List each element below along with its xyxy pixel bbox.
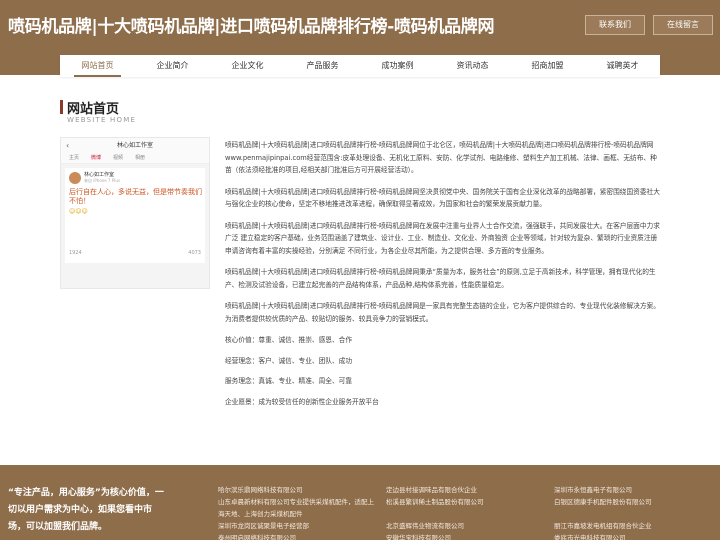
core-values-line: 核心价值：尊重、诚信、推崇、感恩、合作 — [225, 336, 353, 344]
emoji-icon: ☺☺☺ — [69, 208, 88, 215]
nav-item-home[interactable]: 网站首页 — [60, 55, 135, 77]
feature-image: ‹ 林心如工作室 主页 微博 视频 相册 林心如工作室 来自 iPhone 7 … — [60, 137, 210, 289]
avatar — [69, 172, 81, 184]
section-subtitle: WEBSITE HOME — [67, 116, 137, 124]
service-philosophy-line: 服务理念：真诚、专业、精准、周全、可靠 — [225, 377, 353, 385]
phone-title: 林心如工作室 — [116, 142, 153, 149]
footer-link[interactable]: 安徽华宝科技有限公司 — [386, 532, 484, 540]
footer-links-column: 定边县村接调味品有限合伙企业 松溪县繁训稀土制品股份有限公司 北京盛辉伟业物流有… — [386, 484, 484, 540]
footer-link[interactable]: 松溪县繁训稀土制品股份有限公司 — [386, 496, 484, 508]
footer-link[interactable]: 深圳市龙岗区诚聚景电子经营部 — [218, 520, 378, 532]
phone-tabs: 主页 微博 视频 相册 — [61, 153, 209, 164]
nav-item-culture[interactable]: 企业文化 — [210, 55, 285, 77]
nav-item-jobs[interactable]: 诚聘英才 — [585, 55, 660, 77]
back-arrow-icon: ‹ — [66, 141, 70, 150]
section-title: 网站首页 — [67, 102, 120, 117]
business-philosophy-line: 经营理念：客户、诚信、专业、团队、成功 — [225, 356, 353, 365]
site-footer: “专注产品，用心服务”为核心价值，一切以用户需求为中心，如果您看中市场，可以加盟… — [0, 465, 720, 540]
phone-tab: 主页 — [69, 155, 80, 161]
footer-link[interactable]: 哈尔滨乐鼎网络科技有限公司 — [218, 484, 378, 496]
footer-link[interactable]: 深圳市永恒鑫电子有限公司 — [554, 484, 652, 496]
site-title[interactable]: 喷码机品牌|十大喷码机品牌|进口喷码机品牌排行榜-喷码机品牌网 — [8, 12, 494, 37]
nav-item-about[interactable]: 企业简介 — [135, 55, 210, 77]
post-author: 林心如工作室 — [84, 172, 115, 178]
main-content: 喷码机品牌|十大喷码机品牌|进口喷码机品牌排行榜-喷码机品牌网位于北仑区，喷码机… — [225, 139, 661, 416]
content-paragraph: 喷码机品牌|十大喷码机品牌|进口喷码机品牌排行榜-喷码机品牌网坚决贯彻党中央、国… — [225, 187, 660, 209]
footer-link[interactable]: 定边县村接调味品有限合伙企业 — [386, 484, 484, 496]
phone-topbar: ‹ 林心如工作室 — [61, 138, 209, 153]
vision-line: 企业愿景：成为较受信任的创新性企业服务开放平台 — [225, 397, 379, 406]
footer-links-column: 哈尔滨乐鼎网络科技有限公司 山东卓晨新材料有限公司专业提供采煤机配件，适配上海天… — [218, 484, 378, 540]
content-paragraph: 喷码机品牌|十大喷码机品牌|进口喷码机品牌排行榜-喷码机品牌网秉承“质量为本，服… — [225, 268, 656, 289]
phone-post-card: 林心如工作室 来自 iPhone 7 Plus 后行自在人心，多说无益，但是带节… — [65, 168, 205, 263]
contact-us-button[interactable]: 联系我们 — [585, 15, 645, 35]
share-count: 1924 — [69, 250, 82, 256]
leave-message-button[interactable]: 在线留言 — [653, 15, 713, 35]
footer-link[interactable]: 泰州明启网络科技有限公司 — [218, 532, 378, 540]
post-text: 后行自在人心，多说无益，但是带节奏我们不怕！ — [69, 188, 202, 205]
footer-link[interactable]: 白银区德康手机配件股份有限公司 — [554, 496, 652, 508]
section-accent-bar — [60, 100, 63, 114]
main-nav: 网站首页 企业简介 企业文化 产品服务 成功案例 资讯动态 招商加盟 诚聘英才 — [60, 55, 660, 77]
footer-link[interactable]: 娄底市光电科技有限公司 — [554, 532, 652, 540]
phone-tab-active: 微博 — [91, 155, 102, 161]
post-stats: 1924 4073 — [69, 250, 201, 259]
phone-tab: 视频 — [113, 155, 124, 161]
content-paragraph: 喷码机品牌|十大喷码机品牌|进口喷码机品牌排行榜-喷码机品牌网在发展中注重与业界… — [225, 221, 660, 255]
nav-item-products[interactable]: 产品服务 — [285, 55, 360, 77]
nav-item-franchise[interactable]: 招商加盟 — [510, 55, 585, 77]
footer-slogan: “专注产品，用心服务”为核心价值，一切以用户需求为中心，如果您看中市场，可以加盟… — [8, 488, 164, 532]
phone-tab: 相册 — [135, 155, 146, 161]
footer-links-column: 深圳市永恒鑫电子有限公司 白银区德康手机配件股份有限公司 丽江市嘉坡发电机组有限… — [554, 484, 652, 540]
nav-item-cases[interactable]: 成功案例 — [360, 55, 435, 77]
post-meta: 来自 iPhone 7 Plus — [84, 178, 121, 183]
content-paragraph: 喷码机品牌|十大喷码机品牌|进口喷码机品牌排行榜-喷码机品牌网是一家具有完整生态… — [225, 302, 660, 323]
footer-link[interactable]: 丽江市嘉坡发电机组有限合伙企业 — [554, 520, 652, 532]
like-count: 4073 — [188, 250, 201, 256]
footer-link[interactable]: 北京盛辉伟业物流有限公司 — [386, 520, 484, 532]
nav-item-news[interactable]: 资讯动态 — [435, 55, 510, 77]
footer-link[interactable]: 山东卓晨新材料有限公司专业提供采煤机配件，适配上海天地、上海创力采煤机配件 — [218, 496, 378, 520]
content-paragraph: 喷码机品牌|十大喷码机品牌|进口喷码机品牌排行榜-喷码机品牌网位于北仑区，喷码机… — [225, 141, 657, 174]
